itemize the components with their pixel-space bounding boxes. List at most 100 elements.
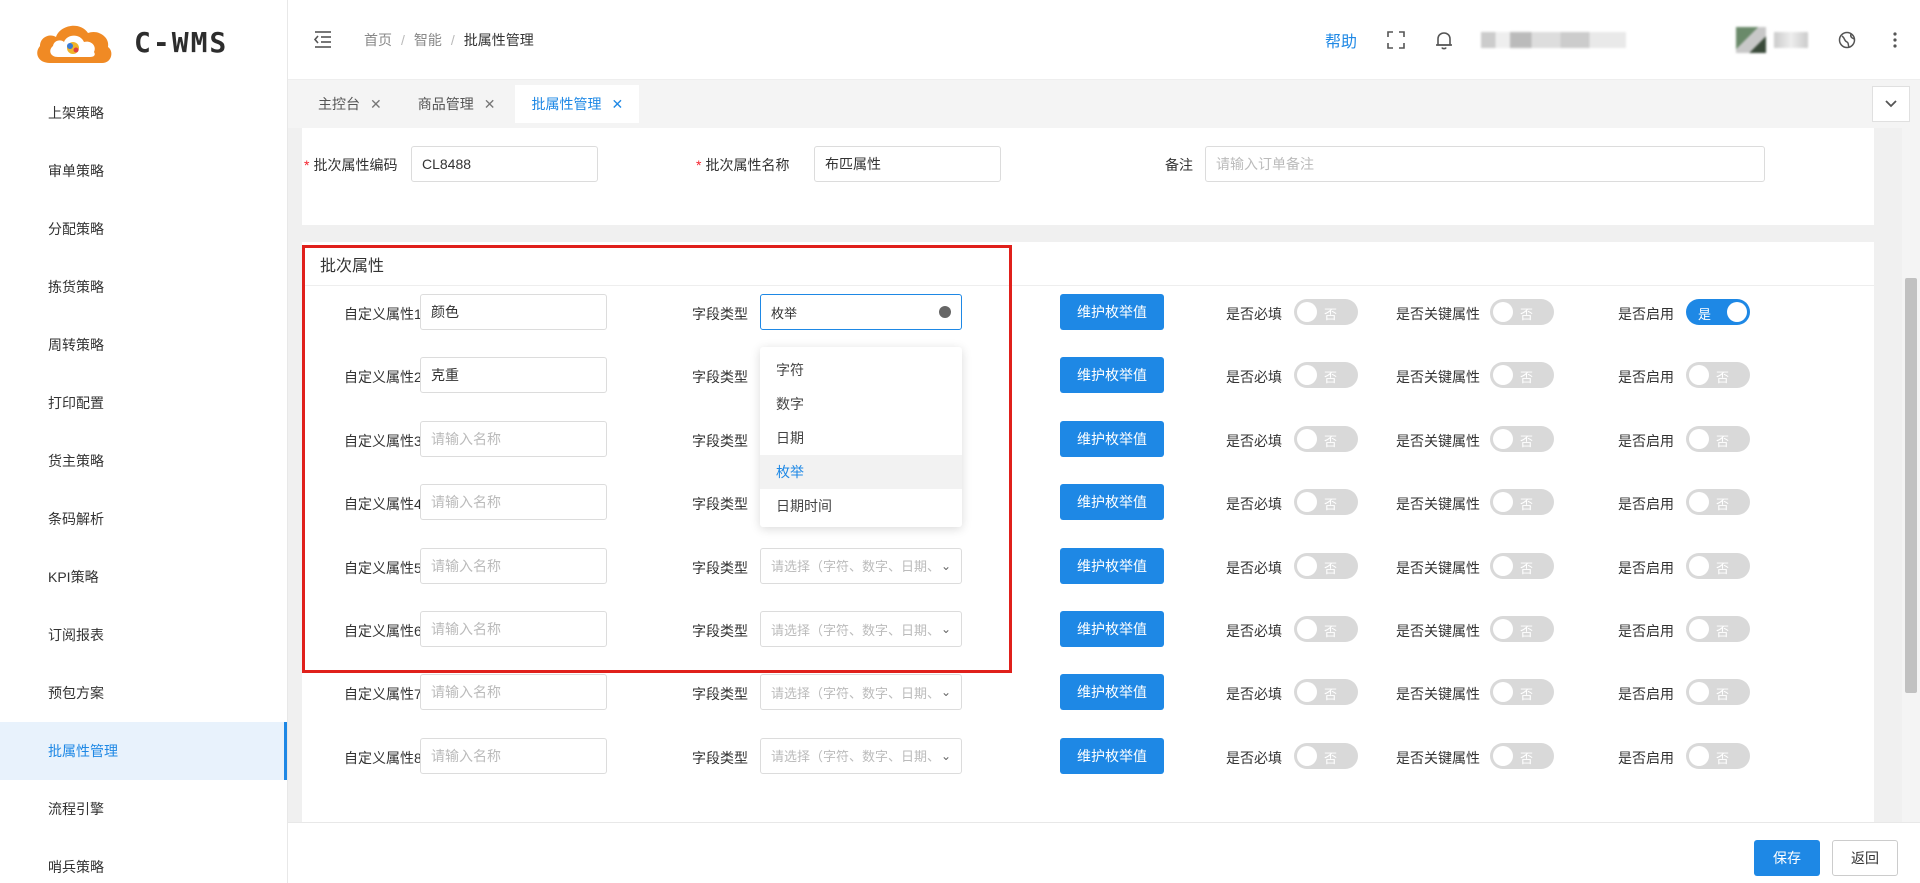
field-type-select[interactable]: 请选择（字符、数字、日期、 ⌄ bbox=[760, 674, 962, 711]
attribute-name-input[interactable]: 请输入名称 bbox=[420, 737, 607, 774]
sidebar-item[interactable]: 哨兵策略 bbox=[0, 838, 287, 883]
maintain-enum-button[interactable]: 维护枚举值 bbox=[1060, 547, 1164, 584]
fullscreen-icon[interactable] bbox=[1385, 29, 1407, 51]
sidebar-item[interactable]: 批属性管理 bbox=[0, 722, 287, 780]
sidebar-item[interactable]: 货主策略 bbox=[0, 432, 287, 490]
dropdown-option[interactable]: 数字 bbox=[760, 387, 962, 421]
code-input[interactable]: CL8488 bbox=[411, 146, 598, 182]
attribute-name-input[interactable]: 颜色 bbox=[420, 294, 607, 330]
enabled-toggle[interactable]: 否 bbox=[1686, 425, 1750, 452]
switch-knob bbox=[1689, 365, 1709, 386]
enabled-label: 是否启用 bbox=[1618, 496, 1674, 513]
key-attribute-toggle[interactable]: 否 bbox=[1490, 362, 1554, 389]
enabled-toggle[interactable]: 是 bbox=[1686, 299, 1750, 325]
enabled-toggle[interactable]: 否 bbox=[1686, 362, 1750, 389]
attribute-name-input[interactable]: 请输入名称 bbox=[420, 547, 607, 584]
attribute-name-input[interactable]: 请输入名称 bbox=[420, 420, 607, 457]
tab-product-management[interactable]: 商品管理 ✕ bbox=[401, 85, 512, 123]
attribute-name-input[interactable]: 请输入名称 bbox=[420, 674, 607, 711]
field-type-select[interactable]: 请选择（字符、数字、日期、 ⌄ bbox=[760, 611, 962, 647]
close-icon[interactable]: ✕ bbox=[370, 96, 382, 113]
maintain-enum-button[interactable]: 维护枚举值 bbox=[1060, 737, 1164, 774]
required-toggle[interactable]: 否 bbox=[1294, 362, 1358, 389]
breadcrumb-smart[interactable]: 智能 bbox=[414, 30, 442, 50]
close-icon[interactable]: ✕ bbox=[611, 96, 623, 113]
maintain-enum-button[interactable]: 维护枚举值 bbox=[1060, 611, 1164, 647]
enabled-toggle[interactable]: 否 bbox=[1686, 552, 1750, 579]
scrollbar[interactable] bbox=[1902, 128, 1920, 822]
chevron-down-icon: ⌄ bbox=[940, 622, 951, 636]
required-toggle[interactable]: 否 bbox=[1294, 489, 1358, 516]
back-button[interactable]: 返回 bbox=[1832, 840, 1898, 876]
required-toggle[interactable]: 否 bbox=[1294, 552, 1358, 579]
maintain-enum-button[interactable]: 维护枚举值 bbox=[1060, 674, 1164, 711]
sidebar-item[interactable]: 条码解析 bbox=[0, 490, 287, 548]
globe-icon[interactable] bbox=[1836, 29, 1858, 51]
attribute-name-input[interactable]: 克重 bbox=[420, 357, 607, 394]
tab-batch-attribute-management[interactable]: 批属性管理 ✕ bbox=[515, 85, 640, 123]
sidebar-item[interactable]: 周转策略 bbox=[0, 316, 287, 374]
key-attribute-toggle[interactable]: 否 bbox=[1490, 489, 1554, 516]
key-attribute-toggle[interactable]: 否 bbox=[1490, 552, 1554, 579]
field-type-select[interactable]: 请选择（字符、数字、日期、 ⌄ bbox=[760, 737, 962, 774]
switch-text: 否 bbox=[1520, 750, 1534, 766]
clear-icon[interactable] bbox=[939, 306, 951, 318]
key-attribute-toggle[interactable]: 否 bbox=[1490, 616, 1554, 642]
required-toggle[interactable]: 否 bbox=[1294, 742, 1358, 769]
required-toggle[interactable]: 否 bbox=[1294, 679, 1358, 706]
key-attribute-toggle[interactable]: 否 bbox=[1490, 742, 1554, 769]
sidebar-item[interactable]: 拣货策略 bbox=[0, 258, 287, 316]
help-link[interactable]: 帮助 bbox=[1325, 28, 1357, 52]
maintain-enum-button[interactable]: 维护枚举值 bbox=[1060, 420, 1164, 457]
enabled-toggle[interactable]: 否 bbox=[1686, 489, 1750, 516]
switch-knob bbox=[1297, 682, 1317, 703]
side-menu: 上架策略 审单策略 分配策略 拣货策略 周转策略 打印配置 货主策略 条码解析 KPI策略 订阅报… bbox=[0, 84, 287, 883]
sidebar-item[interactable]: KPI策略 bbox=[0, 548, 287, 606]
name-input[interactable]: 布匹属性 bbox=[814, 146, 1001, 182]
sidebar-item[interactable]: 分配策略 bbox=[0, 200, 287, 258]
sidebar-item[interactable]: 订阅报表 bbox=[0, 606, 287, 664]
bell-icon[interactable] bbox=[1433, 29, 1455, 51]
required-toggle[interactable]: 否 bbox=[1294, 616, 1358, 642]
dropdown-option[interactable]: 日期时间 bbox=[760, 489, 962, 523]
dropdown-option[interactable]: 日期 bbox=[760, 421, 962, 455]
main-content: * 批次属性编码 CL8488 * 批次属性名称 布匹属性 备注 请输入订单备注 批… bbox=[288, 128, 1920, 822]
enabled-toggle[interactable]: 否 bbox=[1686, 742, 1750, 769]
save-button[interactable]: 保存 bbox=[1754, 840, 1820, 876]
remark-input[interactable]: 请输入订单备注 bbox=[1205, 146, 1765, 182]
close-icon[interactable]: ✕ bbox=[484, 96, 496, 113]
sidebar-item[interactable]: 预包方案 bbox=[0, 664, 287, 722]
maintain-enum-button[interactable]: 维护枚举值 bbox=[1060, 484, 1164, 521]
switch-text: 否 bbox=[1520, 433, 1534, 449]
user-name-blurred[interactable] bbox=[1774, 32, 1808, 48]
sidebar-item[interactable]: 上架策略 bbox=[0, 84, 287, 142]
enabled-toggle[interactable]: 否 bbox=[1686, 679, 1750, 706]
dropdown-option[interactable]: 字符 bbox=[760, 353, 962, 387]
key-attribute-toggle[interactable]: 否 bbox=[1490, 299, 1554, 325]
attribute-name-input[interactable]: 请输入名称 bbox=[420, 484, 607, 521]
required-toggle[interactable]: 否 bbox=[1294, 425, 1358, 452]
enabled-toggle[interactable]: 否 bbox=[1686, 616, 1750, 642]
menu-collapse-icon[interactable] bbox=[312, 28, 336, 52]
maintain-enum-button[interactable]: 维护枚举值 bbox=[1060, 294, 1164, 330]
key-attribute-toggle[interactable]: 否 bbox=[1490, 679, 1554, 706]
switch-knob bbox=[1689, 555, 1709, 576]
avatar[interactable] bbox=[1736, 27, 1766, 53]
attribute-label: 自定义属性7 bbox=[344, 686, 422, 703]
dropdown-option[interactable]: 枚举 bbox=[760, 455, 962, 489]
attribute-name-input[interactable]: 请输入名称 bbox=[420, 611, 607, 647]
more-icon[interactable] bbox=[1884, 29, 1906, 51]
field-type-select[interactable]: 枚举 bbox=[760, 294, 962, 330]
maintain-enum-button[interactable]: 维护枚举值 bbox=[1060, 357, 1164, 394]
tabs-dropdown-button[interactable] bbox=[1872, 86, 1910, 122]
sidebar-item[interactable]: 审单策略 bbox=[0, 142, 287, 200]
tab-console[interactable]: 主控台 ✕ bbox=[302, 85, 398, 123]
breadcrumb-home[interactable]: 首页 bbox=[364, 30, 392, 50]
key-attribute-toggle[interactable]: 否 bbox=[1490, 425, 1554, 452]
sidebar-item[interactable]: 打印配置 bbox=[0, 374, 287, 432]
sidebar-item[interactable]: 流程引擎 bbox=[0, 780, 287, 838]
switch-text: 否 bbox=[1520, 307, 1534, 322]
field-type-select[interactable]: 请选择（字符、数字、日期、 ⌄ bbox=[760, 547, 962, 584]
required-toggle[interactable]: 否 bbox=[1294, 299, 1358, 325]
scrollbar-thumb[interactable] bbox=[1905, 278, 1917, 693]
